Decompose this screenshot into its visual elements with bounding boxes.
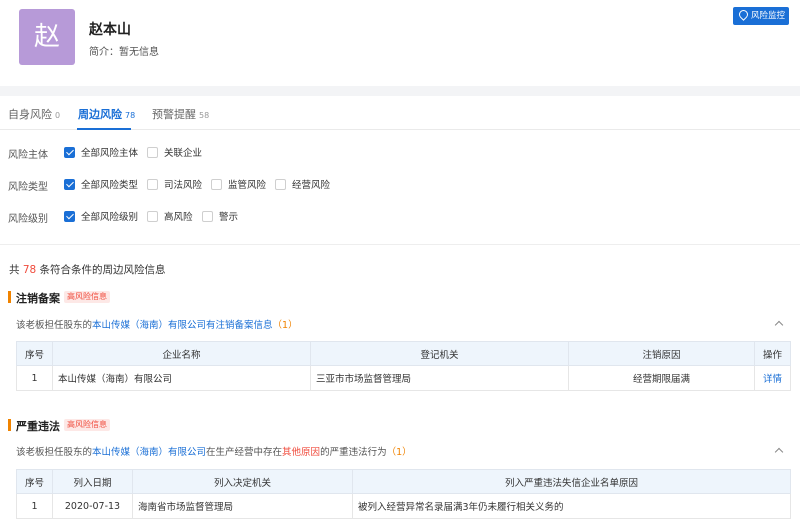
company-name-cell[interactable]: 本山传媒（海南）有限公司: [52, 365, 311, 391]
section-title: 严重违法: [16, 420, 60, 433]
option-all-subjects[interactable]: 全部风险主体: [64, 145, 138, 161]
section-title: 注销备案: [16, 292, 60, 305]
checkbox-checked-icon[interactable]: [64, 179, 75, 190]
details-link[interactable]: 详情: [754, 365, 791, 391]
chevron-up-icon[interactable]: [774, 447, 784, 457]
result-summary: 共 78 条符合条件的周边风险信息: [9, 264, 166, 276]
risk-monitor-button[interactable]: 风险监控: [733, 7, 789, 25]
table-row: 1 2020-07-13 海南省市场监督管理局 被列入经营异常名录届满3年仍未履…: [16, 493, 791, 519]
checkbox-icon[interactable]: [147, 211, 158, 222]
option-regulatory-risk[interactable]: 监管风险: [211, 177, 266, 193]
checkbox-icon[interactable]: [211, 179, 222, 190]
person-intro: 简介：暂无信息: [89, 47, 159, 58]
option-high-risk[interactable]: 高风险: [147, 209, 193, 225]
section-marker: [8, 291, 11, 303]
deregistration-table: 序号 企业名称 登记机关 注销原因 操作 1 本山传媒（海南）有限公司 三亚市市…: [16, 341, 791, 391]
section-divider: [0, 86, 800, 96]
table-header-row: 序号 列入日期 列入决定机关 列入严重违法失信企业名单原因: [16, 469, 791, 494]
person-name[interactable]: 赵本山: [89, 19, 131, 39]
checkbox-icon[interactable]: [275, 179, 286, 190]
high-risk-badge: 高风险信息: [64, 291, 110, 303]
checkbox-icon[interactable]: [202, 211, 213, 222]
chevron-up-icon[interactable]: [774, 320, 784, 330]
avatar: 赵: [19, 9, 75, 65]
filter-risk-level: 风险级别 全部风险级别 高风险 警示: [0, 209, 800, 225]
table-row: 1 本山传媒（海南）有限公司 三亚市市场监督管理局 经营期限届满 详情: [16, 365, 791, 391]
option-related-companies[interactable]: 关联企业: [147, 145, 202, 161]
company-link[interactable]: 本山传媒（海南）有限公司: [92, 320, 206, 331]
location-pin-icon: [737, 8, 750, 21]
serious-violation-table: 序号 列入日期 列入决定机关 列入严重违法失信企业名单原因 1 2020-07-…: [16, 469, 791, 519]
tab-surrounding-risk[interactable]: 周边风险 78: [78, 106, 135, 122]
table-header-row: 序号 企业名称 登记机关 注销原因 操作: [16, 341, 791, 366]
tab-warning-alert[interactable]: 预警提醒 58: [152, 106, 209, 122]
checkbox-checked-icon[interactable]: [64, 211, 75, 222]
company-link[interactable]: 本山传媒（海南）有限公司: [92, 447, 206, 458]
active-tab-indicator: [77, 128, 131, 130]
filter-risk-type: 风险类型 全部风险类型 司法风险 监管风险 经营风险: [0, 177, 800, 193]
checkbox-icon[interactable]: [147, 147, 158, 158]
tab-self-risk[interactable]: 自身风险 0: [8, 106, 60, 122]
option-warning[interactable]: 警示: [202, 209, 238, 225]
option-judicial-risk[interactable]: 司法风险: [147, 177, 202, 193]
checkbox-icon[interactable]: [147, 179, 158, 190]
profile-header: 赵 赵本山 简介：暂无信息 风险监控: [0, 0, 800, 86]
risk-tabs: 自身风险 0 周边风险 78 预警提醒 58: [0, 96, 800, 130]
section-marker: [8, 419, 11, 431]
high-risk-badge: 高风险信息: [64, 419, 110, 431]
option-all-levels[interactable]: 全部风险级别: [64, 209, 138, 225]
option-operating-risk[interactable]: 经营风险: [275, 177, 330, 193]
filter-risk-subject: 风险主体 全部风险主体 关联企业: [0, 145, 800, 161]
checkbox-checked-icon[interactable]: [64, 147, 75, 158]
section-description: 该老板担任股东的本山传媒（海南）有限公司有注销备案信息（1）: [16, 320, 298, 331]
divider: [0, 244, 800, 245]
section-description: 该老板担任股东的本山传媒（海南）有限公司在生产经营中存在其他原因的严重违法行为（…: [16, 447, 412, 458]
option-all-types[interactable]: 全部风险类型: [64, 177, 138, 193]
